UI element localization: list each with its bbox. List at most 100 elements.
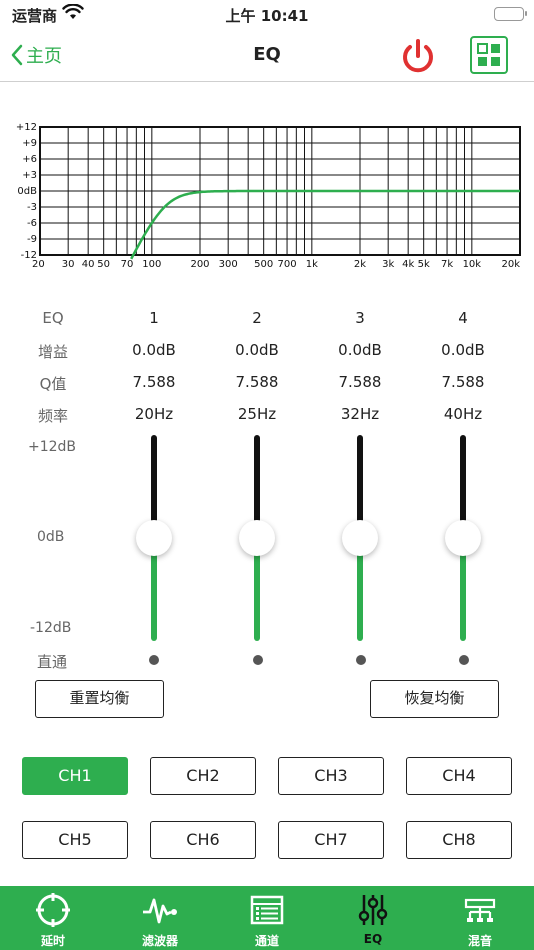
- channel-button-ch6[interactable]: CH6: [150, 821, 256, 859]
- slider-knob[interactable]: [239, 520, 275, 556]
- y-tick-label: -9: [27, 234, 37, 245]
- q-value[interactable]: 7.588: [418, 373, 508, 391]
- channel-button-ch7[interactable]: CH7: [278, 821, 384, 859]
- channel-button-ch3[interactable]: CH3: [278, 757, 384, 795]
- y-tick-label: +9: [22, 138, 37, 149]
- eq-sliders-icon: [358, 895, 388, 925]
- tab-bar: 延时 滤波器 通道 EQ 混音: [0, 886, 534, 950]
- gain-value[interactable]: 0.0dB: [109, 341, 199, 359]
- eq-band-header-row: EQ 1 2 3 4: [0, 309, 534, 333]
- navigation-bar: 主页 EQ: [0, 30, 534, 82]
- x-tick-label: 3k: [382, 259, 394, 270]
- x-tick-label: 5k: [418, 259, 430, 270]
- q-value[interactable]: 7.588: [315, 373, 405, 391]
- frequency-value[interactable]: 20Hz: [109, 405, 199, 423]
- tab-label: 延时: [40, 934, 65, 948]
- bypass-toggle-band-1[interactable]: [149, 655, 159, 665]
- x-tick-label: 20k: [501, 259, 520, 270]
- band-number: 4: [458, 309, 468, 327]
- x-tick-label: 2k: [354, 259, 366, 270]
- band-number: 2: [252, 309, 262, 327]
- status-bar: 运营商 上午 10:41: [0, 0, 534, 30]
- channel-button-ch5[interactable]: CH5: [22, 821, 128, 859]
- power-icon[interactable]: [398, 37, 438, 77]
- slider-knob[interactable]: [342, 520, 378, 556]
- x-tick-label: 1k: [306, 259, 318, 270]
- y-tick-label: 0dB: [17, 186, 37, 197]
- eq-response-curve: [130, 189, 520, 260]
- grid-icon: [477, 43, 500, 66]
- bypass-label: 直通: [37, 653, 68, 671]
- waveform-icon: [143, 898, 177, 924]
- gain-label: 增益: [37, 343, 68, 361]
- x-tick-label: 10k: [463, 259, 482, 270]
- slider-min-label: -12dB: [30, 620, 72, 636]
- x-tick-label: 7k: [441, 259, 453, 270]
- frequency-value[interactable]: 25Hz: [212, 405, 302, 423]
- x-tick-label: 4k: [402, 259, 414, 270]
- q-value[interactable]: 7.588: [109, 373, 199, 391]
- band-number: 1: [149, 309, 159, 327]
- gain-value[interactable]: 0.0dB: [315, 341, 405, 359]
- slider-mid-label: 0dB: [37, 529, 65, 545]
- q-row: Q值 7.588 7.588 7.588 7.588: [0, 373, 534, 397]
- page-title: EQ: [253, 44, 281, 65]
- x-tick-label: 700: [278, 259, 297, 270]
- x-tick-label: 200: [190, 259, 209, 270]
- gain-slider-band-4[interactable]: [445, 435, 481, 641]
- channel-button-ch4[interactable]: CH4: [406, 757, 512, 795]
- y-tick-label: +12: [16, 122, 37, 133]
- x-tick-label: 50: [97, 259, 110, 270]
- x-tick-label: 40: [82, 259, 95, 270]
- bypass-toggle-band-2[interactable]: [253, 655, 263, 665]
- eq-response-graph: +12+9+6+30dB-3-6-9-1220 30 40 50 70 100 200 300…: [16, 122, 521, 270]
- gain-value[interactable]: 0.0dB: [418, 341, 508, 359]
- channel-button-ch2[interactable]: CH2: [150, 757, 256, 795]
- channel-button-ch1[interactable]: CH1: [22, 757, 128, 795]
- q-label: Q值: [39, 375, 67, 393]
- eq-header-label: EQ: [42, 309, 64, 327]
- tab-mixer[interactable]: 混音: [427, 886, 533, 950]
- x-tick-label: 30: [62, 259, 75, 270]
- clock: 上午 10:41: [225, 7, 309, 25]
- restore-eq-button[interactable]: 恢复均衡: [370, 680, 499, 718]
- frequency-label: 频率: [37, 407, 68, 425]
- preset-grid-button[interactable]: [470, 36, 508, 74]
- slider-knob[interactable]: [445, 520, 481, 556]
- tab-label: 滤波器: [141, 934, 178, 948]
- tab-filter[interactable]: 滤波器: [107, 886, 213, 950]
- bypass-toggle-band-3[interactable]: [356, 655, 366, 665]
- y-tick-label: +6: [22, 154, 37, 165]
- gain-slider-band-2[interactable]: [239, 435, 275, 641]
- tab-eq[interactable]: EQ: [320, 886, 426, 950]
- y-tick-label: +3: [22, 170, 37, 181]
- battery-icon: [494, 7, 527, 21]
- x-tick-label: 300: [219, 259, 238, 270]
- channel-button-ch8[interactable]: CH8: [406, 821, 512, 859]
- gain-row: 增益 0.0dB 0.0dB 0.0dB 0.0dB: [0, 341, 534, 365]
- gain-value[interactable]: 0.0dB: [212, 341, 302, 359]
- reset-eq-button[interactable]: 重置均衡: [35, 680, 164, 718]
- slider-max-label: +12dB: [28, 439, 77, 455]
- frequency-value[interactable]: 32Hz: [315, 405, 405, 423]
- tab-delay[interactable]: 延时: [0, 886, 106, 950]
- band-number: 3: [355, 309, 365, 327]
- y-tick-label: -3: [27, 202, 37, 213]
- mixer-icon: [464, 898, 496, 922]
- gain-slider-band-1[interactable]: [136, 435, 172, 641]
- slider-knob[interactable]: [136, 520, 172, 556]
- gain-slider-band-3[interactable]: [342, 435, 378, 641]
- delay-icon: [36, 893, 70, 927]
- tab-label: 通道: [254, 934, 279, 948]
- channel-list-icon: [250, 895, 284, 925]
- frequency-value[interactable]: 40Hz: [418, 405, 508, 423]
- x-tick-label: 500: [254, 259, 273, 270]
- tab-label: EQ: [363, 932, 383, 946]
- tab-channel[interactable]: 通道: [214, 886, 320, 950]
- x-tick-label: 70: [121, 259, 134, 270]
- x-tick-label: 100: [142, 259, 161, 270]
- x-tick-label: 20: [32, 259, 45, 270]
- bypass-toggle-band-4[interactable]: [459, 655, 469, 665]
- tab-label: 混音: [467, 934, 492, 948]
- q-value[interactable]: 7.588: [212, 373, 302, 391]
